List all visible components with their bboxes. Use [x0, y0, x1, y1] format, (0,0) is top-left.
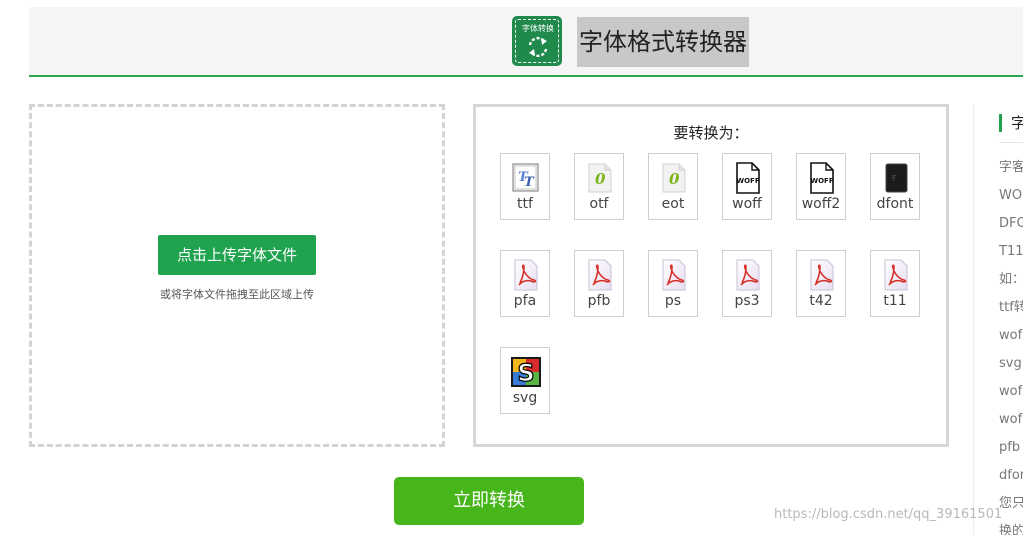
format-option-ttf[interactable]: T T ttf [500, 153, 550, 220]
format-option-woff[interactable]: WOFF woff [722, 153, 772, 220]
sidebar-item: DFO [999, 216, 1023, 231]
format-label: woff2 [801, 196, 841, 212]
format-label: ps [664, 293, 682, 309]
pdf-file-icon [512, 259, 540, 291]
pdf-file-icon [586, 259, 614, 291]
format-label: pfb [587, 293, 611, 309]
logo-text: 字体转换 [522, 24, 554, 33]
format-option-ps3[interactable]: ps3 [722, 250, 772, 317]
woff-file-icon: WOFF [808, 162, 836, 194]
svg-text:0: 0 [595, 170, 606, 188]
format-label: eot [661, 196, 685, 212]
format-option-ps[interactable]: ps [648, 250, 698, 317]
format-option-t11[interactable]: t11 [870, 250, 920, 317]
format-option-otf[interactable]: 0 otf [574, 153, 624, 220]
dfont-file-icon: F [882, 162, 910, 194]
truetype-icon: TT [512, 162, 540, 194]
watermark-url: https://blog.csdn.net/qq_39161501 [774, 507, 1003, 522]
page-title: 字体格式转换器 [577, 17, 749, 67]
format-label: ttf [517, 196, 533, 212]
sidebar-list: 字客 WO DFO T11 如： ttf转 wof svg, wof wof pfb dfor 您只换的 [999, 158, 1023, 535]
format-option-woff2[interactable]: WOFF woff2 [796, 153, 846, 220]
format-option-svg[interactable]: Ssvg [500, 347, 550, 414]
opentype-icon: 0 [660, 162, 688, 194]
svg-text:T: T [524, 175, 535, 190]
format-label: woff [732, 196, 762, 212]
format-label: svg [512, 390, 538, 406]
pdf-file-icon [660, 259, 688, 291]
sidebar-item: wof [999, 328, 1023, 343]
format-option-dfont[interactable]: Fdfont [870, 153, 920, 220]
sidebar-item: wof [999, 384, 1023, 399]
header-bar: 字体转换 字体格式转换器 [29, 7, 1023, 77]
upload-hint: 或将字体文件拖拽至此区域上传 [160, 288, 314, 301]
upload-drop-zone[interactable]: 点击上传字体文件 或将字体文件拖拽至此区域上传 [29, 104, 445, 447]
sidebar-item: 您只 [999, 496, 1023, 511]
sidebar-item: WO [999, 188, 1023, 203]
sidebar-item: dfor [999, 468, 1023, 483]
sidebar-item: pfb [999, 440, 1021, 455]
format-label: dfont [876, 196, 914, 212]
format-label: pfa [513, 293, 537, 309]
refresh-arrows-icon [528, 37, 548, 57]
pdf-file-icon [808, 259, 836, 291]
app-logo-icon[interactable]: 字体转换 [512, 16, 562, 66]
svg-text:S: S [517, 359, 534, 387]
svg-text:WOFF: WOFF [736, 177, 759, 185]
format-option-eot[interactable]: 0 eot [648, 153, 698, 220]
format-label: ps3 [734, 293, 760, 309]
woff-file-icon: WOFF [734, 162, 762, 194]
format-label: otf [589, 196, 609, 212]
pdf-file-icon [734, 259, 762, 291]
format-option-pfb[interactable]: pfb [574, 250, 624, 317]
sidebar-item: 字客 [999, 160, 1023, 175]
svg-text:WOFF: WOFF [810, 177, 833, 185]
format-label: t11 [883, 293, 907, 309]
upload-font-button[interactable]: 点击上传字体文件 [158, 235, 316, 275]
sidebar-divider [999, 142, 1023, 143]
opentype-icon: 0 [586, 162, 614, 194]
svg-text:0: 0 [669, 170, 680, 188]
sidebar-item: 换的 [999, 524, 1023, 535]
target-format-panel: 要转换为： T T ttf 0 otf 0 eot WOFF woff WOFF woff2 Fdfo… [473, 104, 949, 447]
sidebar-item: ttf转 [999, 300, 1023, 315]
convert-now-button[interactable]: 立即转换 [394, 477, 584, 525]
info-sidebar: 字 字客 WO DFO T11 如： ttf转 wof svg, wof wof pfb dfor 您只… [973, 104, 1023, 535]
sidebar-item: wof [999, 412, 1023, 427]
sidebar-item: T11 [999, 244, 1023, 259]
pdf-file-icon [882, 259, 910, 291]
svg-s-icon: S [510, 356, 541, 388]
format-option-t42[interactable]: t42 [796, 250, 846, 317]
format-label: t42 [809, 293, 833, 309]
sidebar-title: 字 [999, 114, 1023, 132]
target-format-title: 要转换为： [673, 124, 749, 142]
sidebar-item: 如： [999, 272, 1023, 287]
sidebar-item: svg, [999, 356, 1023, 371]
svg-text:F: F [892, 174, 897, 183]
format-option-pfa[interactable]: pfa [500, 250, 550, 317]
